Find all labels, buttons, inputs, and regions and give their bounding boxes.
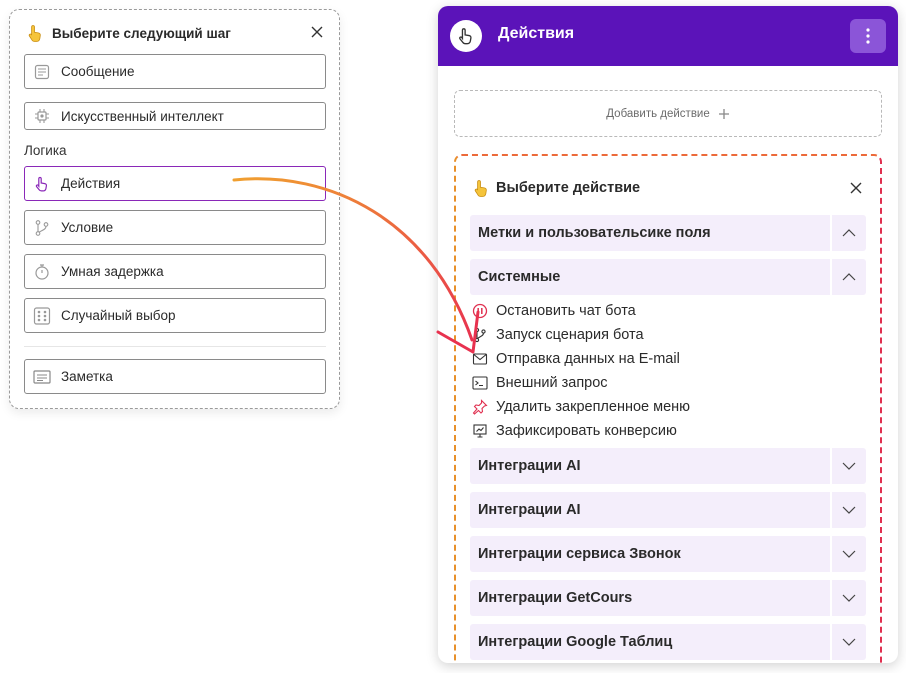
node-menu-button[interactable]: [850, 19, 886, 53]
actions-node-title: Действия: [498, 25, 575, 42]
ai-chip-icon: [35, 109, 49, 123]
note-icon: [33, 369, 51, 384]
action-label: Отправка данных на E-mail: [496, 351, 680, 367]
actions-node-header: Действия: [438, 6, 898, 66]
branch-icon: [35, 219, 49, 236]
kebab-menu-icon: [866, 28, 870, 44]
actions-node-panel: Действия Добавить действие Выберите дейс…: [438, 6, 898, 663]
step-ai-label: Искусственный интеллект: [61, 108, 224, 124]
pointing-hand-emoji-icon: [28, 25, 41, 42]
step-random-choice-label: Случайный выбор: [61, 308, 176, 323]
chevron-up-icon[interactable]: [830, 215, 866, 251]
accordion-label: Интеграции AI: [478, 502, 581, 518]
step-condition-label: Условие: [61, 220, 114, 235]
accordion-getcourse-integrations[interactable]: Интеграции GetCours: [470, 580, 866, 616]
chevron-down-icon[interactable]: [830, 580, 866, 616]
terminal-icon: [472, 376, 488, 390]
plus-icon: [718, 108, 729, 119]
timer-icon: [35, 263, 49, 280]
next-step-title: Выберите следующий шаг: [52, 25, 231, 41]
action-label: Внешний запрос: [496, 375, 608, 391]
choose-action-title: Выберите действие: [496, 180, 641, 196]
chevron-down-icon[interactable]: [830, 492, 866, 528]
choose-action-panel: Выберите действие Метки и пользовательси…: [454, 154, 882, 663]
logic-section-label: Логика: [24, 143, 67, 158]
next-step-panel: Выберите следующий шаг Сообщение Искусст…: [9, 9, 340, 409]
action-label: Удалить закрепленное меню: [496, 399, 691, 415]
chevron-down-icon[interactable]: [830, 448, 866, 484]
action-remove-pinned-menu[interactable]: Удалить закрепленное меню: [472, 396, 690, 418]
add-action-button[interactable]: Добавить действие: [454, 90, 882, 137]
accordion-label: Системные: [478, 269, 561, 285]
action-run-scenario[interactable]: Запуск сценария бота: [472, 324, 644, 346]
chart-board-icon: [473, 424, 487, 438]
action-label: Остановить чат бота: [496, 303, 636, 319]
message-icon: [34, 64, 50, 79]
close-icon[interactable]: [846, 178, 866, 198]
mail-icon: [472, 353, 488, 365]
accordion-system[interactable]: Системные: [470, 259, 866, 295]
accordion-zvonok-integrations[interactable]: Интеграции сервиса Звонок: [470, 536, 866, 572]
hand-pointer-icon: [35, 176, 48, 191]
accordion-label: Интеграции GetCours: [478, 590, 633, 606]
accordion-label: Метки и пользовательсике поля: [478, 225, 711, 241]
accordion-label: Интеграции AI: [478, 458, 581, 474]
step-message-label: Сообщение: [61, 64, 135, 79]
add-action-label: Добавить действие: [606, 107, 710, 120]
step-actions-label: Действия: [61, 176, 121, 191]
step-message-button[interactable]: Сообщение: [24, 54, 326, 89]
step-condition-button[interactable]: Условие: [24, 210, 326, 245]
action-label: Запуск сценария бота: [496, 327, 644, 343]
action-label: Зафиксировать конверсию: [496, 423, 677, 439]
chevron-down-icon[interactable]: [830, 624, 866, 660]
actions-node-avatar: [450, 20, 482, 52]
step-note-label: Заметка: [61, 369, 113, 384]
chevron-up-icon[interactable]: [830, 259, 866, 295]
pin-icon: [472, 399, 488, 415]
step-ai-button[interactable]: Искусственный интеллект: [24, 102, 326, 130]
step-note-button[interactable]: Заметка: [24, 359, 326, 394]
step-smart-delay-label: Умная задержка: [61, 264, 164, 279]
choose-action-header: Выберите действие: [472, 176, 866, 200]
action-record-conversion[interactable]: Зафиксировать конверсию: [472, 420, 677, 442]
step-actions-button[interactable]: Действия: [24, 166, 326, 201]
action-send-email[interactable]: Отправка данных на E-mail: [472, 348, 680, 370]
dice-icon: [33, 306, 51, 325]
close-icon[interactable]: [307, 22, 327, 42]
step-smart-delay-button[interactable]: Умная задержка: [24, 254, 326, 289]
accordion-ai-integrations[interactable]: Интеграции AI: [470, 448, 866, 484]
panel-divider: [24, 346, 326, 347]
step-random-choice-button[interactable]: Случайный выбор: [24, 298, 326, 333]
hand-pointer-icon: [459, 28, 472, 45]
accordion-ai-integrations-2[interactable]: Интеграции AI: [470, 492, 866, 528]
branch-icon: [474, 327, 486, 343]
next-step-header: Выберите следующий шаг: [26, 22, 327, 44]
accordion-label: Интеграции Google Таблиц: [478, 634, 673, 650]
chevron-down-icon[interactable]: [830, 536, 866, 572]
pointing-hand-emoji-icon: [474, 180, 487, 197]
stop-icon: [472, 303, 488, 319]
accordion-tags-fields[interactable]: Метки и пользовательсике поля: [470, 215, 866, 251]
accordion-label: Интеграции сервиса Звонок: [478, 546, 681, 562]
action-external-request[interactable]: Внешний запрос: [472, 372, 608, 394]
action-stop-bot[interactable]: Остановить чат бота: [472, 300, 636, 322]
accordion-google-sheets-integrations[interactable]: Интеграции Google Таблиц: [470, 624, 866, 660]
